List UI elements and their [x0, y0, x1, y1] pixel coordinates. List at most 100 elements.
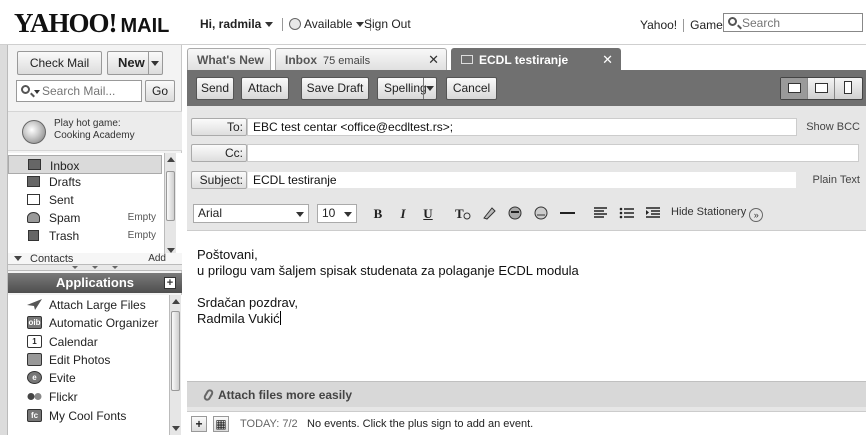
chevron-down-icon — [426, 86, 434, 91]
inbox-icon — [28, 159, 41, 170]
add-event-button[interactable]: + — [191, 416, 207, 432]
empty-spam-link[interactable]: Empty — [128, 212, 156, 223]
calendar-icon[interactable]: ▦ — [213, 416, 229, 432]
chevron-down-icon[interactable] — [34, 90, 40, 94]
save-draft-button[interactable]: Save Draft — [301, 77, 369, 100]
search-icon — [728, 17, 737, 26]
attach-button[interactable]: Attach — [241, 77, 289, 100]
text-color-icon[interactable]: T — [455, 206, 471, 220]
sms-view-button[interactable] — [835, 78, 862, 99]
app-evite[interactable]: e Evite — [8, 369, 168, 387]
check-mail-button[interactable]: Check Mail — [17, 51, 102, 75]
game-promo[interactable]: Play hot game: Cooking Academy — [8, 111, 182, 151]
mail-search-box[interactable] — [16, 80, 142, 102]
folder-sent[interactable]: Sent — [8, 191, 162, 209]
new-button[interactable]: New — [107, 51, 163, 75]
im-view-button[interactable] — [808, 78, 835, 99]
show-bcc-link[interactable]: Show BCC — [806, 121, 860, 133]
tab-ecdl-testiranje[interactable]: ECDL testiranje ✕ — [451, 48, 621, 70]
chat-icon — [815, 83, 828, 93]
folder-spam[interactable]: Spam Empty — [8, 209, 162, 227]
flickr-icon — [27, 390, 42, 403]
folder-label: Spam — [49, 211, 81, 225]
bold-button[interactable]: B — [369, 204, 387, 223]
email-view-button[interactable] — [781, 78, 808, 99]
go-button[interactable]: Go — [145, 80, 175, 102]
sent-icon — [27, 194, 40, 205]
send-button[interactable]: Send — [196, 77, 234, 100]
hide-stationery-link[interactable]: Hide Stationery» — [671, 206, 764, 222]
empty-trash-link[interactable]: Empty — [128, 230, 156, 241]
scroll-down-icon[interactable] — [172, 426, 180, 431]
chevron-down-icon — [344, 212, 352, 217]
list-icon[interactable] — [619, 206, 635, 220]
calendar-icon: 1 — [27, 335, 42, 348]
sign-out-link[interactable]: Sign Out — [364, 17, 411, 31]
close-icon[interactable]: ✕ — [602, 52, 613, 68]
photo-icon — [27, 353, 42, 366]
to-field[interactable]: EBC test centar <office@ecdltest.rs>; — [247, 118, 797, 136]
inbox-count: 75 emails — [323, 55, 371, 67]
underline-button[interactable]: U — [419, 204, 437, 223]
app-my-cool-fonts[interactable]: fc My Cool Fonts — [8, 407, 168, 425]
spelling-dropdown[interactable] — [423, 78, 436, 99]
applications-title: Applications — [55, 275, 134, 290]
web-search-box[interactable] — [723, 13, 863, 32]
folder-inbox[interactable]: Inbox — [8, 155, 162, 174]
align-icon[interactable] — [593, 206, 609, 220]
mail-search-input[interactable] — [42, 83, 140, 99]
attach-files-bar[interactable]: Attach files more easily — [187, 381, 866, 407]
panel-splitter[interactable] — [8, 264, 182, 271]
tab-label: ECDL testiranje — [479, 53, 569, 67]
yahoo-link[interactable]: Yahoo! — [640, 18, 677, 32]
status-menu[interactable]: Available — [276, 17, 377, 32]
subject-field[interactable]: ECDL testiranje — [247, 171, 797, 189]
applications-scrollbar[interactable] — [169, 295, 181, 435]
size-value: 10 — [322, 206, 336, 220]
font-select[interactable]: Arial — [193, 204, 309, 223]
indent-icon[interactable] — [645, 206, 661, 220]
plain-text-link[interactable]: Plain Text — [813, 174, 861, 186]
cc-button[interactable]: Cc: — [191, 144, 247, 162]
tab-inbox[interactable]: Inbox 75 emails ✕ — [275, 48, 447, 70]
italic-button[interactable]: I — [394, 204, 412, 223]
font-value: Arial — [198, 206, 223, 220]
horizontal-rule-icon[interactable] — [559, 206, 575, 220]
size-select[interactable]: 10 — [317, 204, 357, 223]
user-menu[interactable]: Hi, radmila — [200, 17, 274, 31]
top-links: Yahoo! Games — [640, 18, 729, 33]
search-icon — [21, 85, 30, 94]
app-flickr[interactable]: Flickr — [8, 388, 168, 406]
new-dropdown[interactable] — [148, 52, 162, 74]
yahoo-mail-logo[interactable]: YAHOO! MAIL — [14, 8, 169, 39]
link-icon[interactable] — [533, 206, 549, 220]
folder-trash[interactable]: Trash Empty — [8, 227, 162, 245]
emoticon-icon[interactable] — [507, 206, 523, 220]
body-line: Srdačan pozdrav, — [197, 295, 298, 310]
body-line: u prilogu vam šaljem spisak studenata za… — [197, 263, 579, 278]
cancel-button[interactable]: Cancel — [446, 77, 497, 100]
scroll-thumb[interactable] — [171, 311, 180, 391]
app-automatic-organizer[interactable]: oib Automatic Organizer — [8, 314, 168, 332]
folder-scrollbar[interactable] — [164, 153, 176, 257]
app-label: Attach Large Files — [49, 298, 146, 312]
tab-whats-new[interactable]: What's New — [187, 48, 271, 70]
app-edit-photos[interactable]: Edit Photos — [8, 351, 168, 369]
message-body[interactable]: Poštovani, u prilogu vam šaljem spisak s… — [187, 230, 866, 381]
close-icon[interactable]: ✕ — [428, 52, 439, 68]
folder-drafts[interactable]: Drafts — [8, 173, 162, 191]
add-application-icon[interactable]: + — [164, 277, 176, 289]
web-search-input[interactable] — [742, 15, 860, 30]
to-button[interactable]: To: — [191, 118, 247, 136]
highlight-icon[interactable] — [481, 206, 497, 220]
app-calendar[interactable]: 1 Calendar — [8, 333, 168, 351]
cc-row: Cc: — [187, 142, 866, 164]
app-attach-large-files[interactable]: Attach Large Files — [8, 296, 168, 314]
scroll-thumb[interactable] — [166, 171, 175, 221]
spelling-button[interactable]: Spelling — [377, 77, 437, 100]
scroll-up-icon[interactable] — [172, 299, 180, 304]
expand-icon[interactable] — [14, 256, 22, 261]
scroll-up-icon[interactable] — [167, 157, 175, 162]
cc-field[interactable] — [247, 144, 859, 162]
add-contact-link[interactable]: Add — [148, 253, 166, 264]
